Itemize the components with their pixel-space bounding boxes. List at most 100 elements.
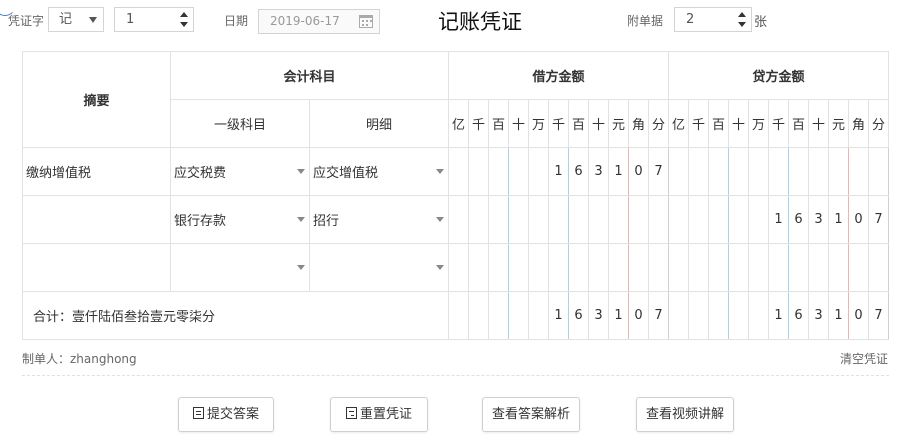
divider (22, 375, 889, 376)
debit-digit-cell[interactable] (508, 195, 529, 244)
increment-arrow-icon[interactable] (738, 12, 746, 17)
total-digit-cell (528, 291, 549, 340)
credit-digit-cell[interactable] (808, 147, 829, 196)
credit-header: 贷方金额 (668, 51, 889, 100)
credit-digit-cell[interactable] (668, 195, 689, 244)
debit-digit-cell[interactable]: 6 (568, 147, 589, 196)
debit-digit-cell[interactable]: 1 (548, 147, 569, 196)
level1-account-select[interactable]: 银行存款 (170, 195, 310, 244)
detail-account-select[interactable]: 招行 (309, 195, 449, 244)
calendar-icon[interactable] (359, 15, 373, 28)
summary-cell[interactable]: 缴纳增值税 (22, 147, 171, 196)
reset-voucher-button[interactable]: 重置凭证 (330, 397, 428, 432)
debit-digit-cell[interactable] (508, 147, 529, 196)
debit-digit-cell[interactable] (568, 195, 589, 244)
detail-account-select[interactable] (309, 243, 449, 292)
debit-digit-cell[interactable] (448, 195, 469, 244)
credit-digit-cell[interactable] (788, 147, 809, 196)
decrement-arrow-icon[interactable] (180, 22, 188, 27)
credit-digit-cell[interactable] (708, 195, 729, 244)
credit-digit-cell[interactable] (868, 243, 889, 292)
level1-account-value: 银行存款 (174, 214, 227, 229)
voucher-number-stepper[interactable]: 1 (114, 7, 194, 32)
debit-digit-cell[interactable] (568, 243, 589, 292)
credit-digit-cell[interactable]: 1 (828, 195, 849, 244)
credit-digit-cell[interactable] (748, 243, 769, 292)
debit-digit-cell[interactable] (528, 195, 549, 244)
debit-digit-header: 十 (588, 99, 609, 148)
decrement-arrow-icon[interactable] (738, 22, 746, 27)
debit-digit-cell[interactable] (628, 243, 649, 292)
debit-digit-cell[interactable] (548, 243, 569, 292)
debit-digit-header: 千 (468, 99, 489, 148)
summary-cell[interactable] (22, 243, 171, 292)
debit-digit-cell[interactable]: 1 (608, 147, 629, 196)
debit-digit-cell[interactable] (468, 147, 489, 196)
date-field[interactable]: 2019-06-17 (258, 9, 380, 34)
credit-digit-cell[interactable]: 1 (768, 195, 789, 244)
credit-digit-cell[interactable] (788, 243, 809, 292)
detail-account-select[interactable]: 应交增值税 (309, 147, 449, 196)
credit-digit-cell[interactable] (748, 147, 769, 196)
credit-digit-cell[interactable] (848, 243, 869, 292)
total-digit-cell (668, 291, 689, 340)
debit-digit-cell[interactable] (488, 243, 509, 292)
credit-digit-cell[interactable] (688, 195, 709, 244)
credit-digit-cell[interactable] (768, 243, 789, 292)
increment-arrow-icon[interactable] (180, 12, 188, 17)
debit-digit-cell[interactable] (648, 243, 669, 292)
credit-digit-cell[interactable] (748, 195, 769, 244)
debit-digit-cell[interactable] (488, 195, 509, 244)
clear-voucher-link[interactable]: 清空凭证 (840, 350, 888, 367)
credit-digit-cell[interactable] (768, 147, 789, 196)
debit-digit-cell[interactable]: 3 (588, 147, 609, 196)
summary-cell[interactable] (22, 195, 171, 244)
credit-digit-cell[interactable] (728, 195, 749, 244)
credit-digit-cell[interactable] (688, 147, 709, 196)
debit-digit-header: 千 (548, 99, 569, 148)
view-video-button[interactable]: 查看视频讲解 (636, 397, 734, 432)
debit-digit-cell[interactable] (448, 147, 469, 196)
credit-digit-cell[interactable] (728, 147, 749, 196)
level1-account-select[interactable] (170, 243, 310, 292)
attachments-stepper[interactable]: 2 (674, 7, 752, 32)
credit-digit-cell[interactable] (728, 243, 749, 292)
credit-digit-cell[interactable] (828, 243, 849, 292)
debit-digit-cell[interactable] (528, 243, 549, 292)
debit-digit-cell[interactable] (508, 243, 529, 292)
debit-digit-cell[interactable] (648, 195, 669, 244)
credit-digit-cell[interactable] (708, 147, 729, 196)
table-row: 银行存款 招行 163107 (22, 195, 889, 244)
credit-digit-cell[interactable] (668, 243, 689, 292)
level1-account-select[interactable]: 应交税费 (170, 147, 310, 196)
credit-digit-cell[interactable] (848, 147, 869, 196)
credit-digit-cell[interactable]: 6 (788, 195, 809, 244)
credit-digit-cell[interactable] (668, 147, 689, 196)
summary-header: 摘要 (22, 51, 171, 148)
credit-digit-cell[interactable] (868, 147, 889, 196)
view-analysis-button[interactable]: 查看答案解析 (482, 397, 580, 432)
credit-digit-cell[interactable] (828, 147, 849, 196)
debit-digit-cell[interactable] (488, 147, 509, 196)
submit-answer-button[interactable]: 提交答案 (178, 397, 274, 432)
debit-digit-cell[interactable]: 0 (628, 147, 649, 196)
credit-digit-cell[interactable]: 0 (848, 195, 869, 244)
credit-digit-cell[interactable] (808, 243, 829, 292)
debit-digit-cell[interactable] (548, 195, 569, 244)
debit-digit-cell[interactable] (588, 243, 609, 292)
voucher-word-select[interactable]: 记 (48, 7, 104, 32)
debit-digit-cell[interactable] (608, 195, 629, 244)
debit-digit-cell[interactable] (468, 195, 489, 244)
debit-digit-cell[interactable] (628, 195, 649, 244)
credit-digit-cell[interactable] (688, 243, 709, 292)
debit-digit-cell[interactable] (528, 147, 549, 196)
debit-digit-cell[interactable]: 7 (648, 147, 669, 196)
credit-digit-cell[interactable]: 7 (868, 195, 889, 244)
debit-digit-cell[interactable] (608, 243, 629, 292)
credit-digit-cell[interactable]: 3 (808, 195, 829, 244)
debit-digit-cell[interactable] (448, 243, 469, 292)
total-digit-cell: 7 (868, 291, 889, 340)
debit-digit-cell[interactable] (468, 243, 489, 292)
credit-digit-cell[interactable] (708, 243, 729, 292)
debit-digit-cell[interactable] (588, 195, 609, 244)
